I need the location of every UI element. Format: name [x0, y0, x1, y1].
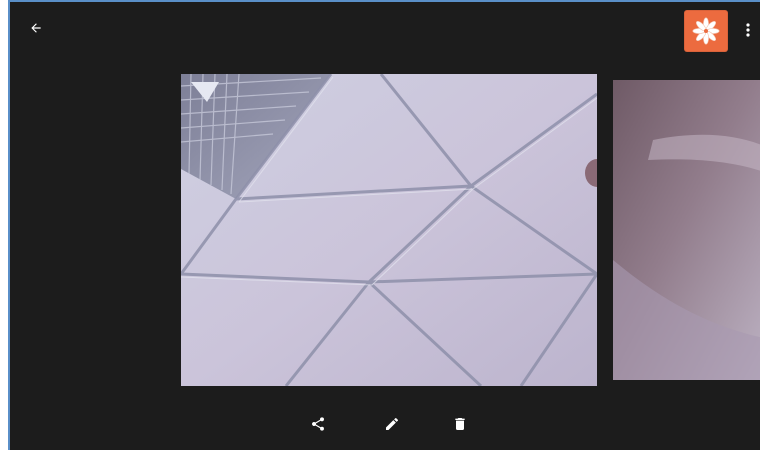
photo-icon — [613, 80, 760, 380]
delete-button[interactable] — [448, 412, 472, 436]
top-app-bar — [8, 0, 760, 60]
trash-icon — [452, 416, 468, 432]
back-button[interactable] — [24, 16, 48, 40]
overflow-menu-button[interactable] — [736, 16, 760, 44]
app-icon-button[interactable] — [684, 10, 728, 52]
more-vert-icon — [745, 22, 751, 38]
next-photo[interactable] — [613, 80, 760, 380]
share-button[interactable] — [306, 412, 330, 436]
arrow-left-icon — [29, 21, 43, 35]
photo-icon — [181, 74, 597, 386]
share-icon — [310, 416, 326, 432]
bottom-action-bar — [8, 400, 760, 448]
edit-button[interactable] — [380, 412, 404, 436]
photo-viewer-window — [0, 0, 760, 450]
current-photo[interactable] — [181, 74, 597, 386]
asterisk-flower-icon — [692, 17, 720, 45]
pencil-icon — [384, 416, 400, 432]
